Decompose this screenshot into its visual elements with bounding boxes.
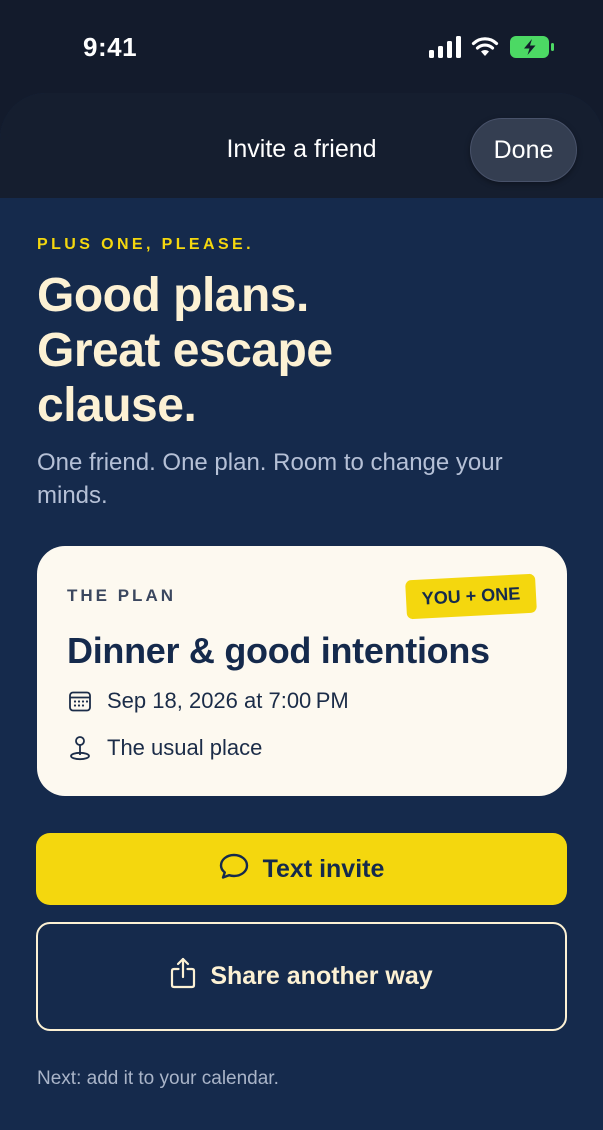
text-invite-label: Text invite xyxy=(262,854,385,883)
plan-date: Sep 18, 2026 at 7:00 PM xyxy=(107,688,349,713)
footer-hint: Next: add it to your calendar. xyxy=(37,1068,279,1089)
subtitle: One friend. One plan. Room to change you… xyxy=(37,449,503,509)
battery-charging-icon xyxy=(509,35,555,64)
share-another-way-button[interactable]: Share another way xyxy=(36,922,567,1031)
invite-sheet: Invite a friend Done PLUS ONE, PLEASE. G… xyxy=(0,93,603,1130)
plan-date-row: Sep 18, 2026 at 7:00 PM xyxy=(67,688,349,714)
status-icons xyxy=(429,35,555,64)
done-button[interactable]: Done xyxy=(470,118,577,182)
text-invite-button[interactable]: Text invite xyxy=(36,833,567,905)
plan-card-label: THE PLAN xyxy=(67,586,176,605)
headline-line-3: clause. xyxy=(37,379,197,432)
you-plus-one-badge: YOU + ONE xyxy=(405,573,537,620)
status-bar: 9:41 xyxy=(0,0,603,95)
headline: Good plans. Great escape clause. xyxy=(37,268,577,433)
sheet-header: Invite a friend Done xyxy=(0,93,603,198)
signal-icon xyxy=(429,35,461,63)
message-bubble-icon xyxy=(219,852,249,887)
share-another-way-label: Share another way xyxy=(210,962,433,990)
invite-screen: 9:41 Invite a friend Done PLUS ONE, PLEA… xyxy=(0,0,603,1130)
plan-place-row: The usual place xyxy=(67,735,262,761)
headline-line-1: Good plans. xyxy=(37,269,309,322)
plan-title: Dinner & good intentions xyxy=(67,630,490,671)
share-icon xyxy=(170,957,196,996)
headline-line-2: Great escape xyxy=(37,324,333,377)
eyebrow-text: PLUS ONE, PLEASE. xyxy=(37,236,254,253)
calendar-icon xyxy=(67,688,93,714)
location-pin-icon xyxy=(67,735,93,761)
plan-card: THE PLAN YOU + ONE Dinner & good intenti… xyxy=(37,546,567,796)
plan-place: The usual place xyxy=(107,735,263,760)
status-time: 9:41 xyxy=(83,32,138,62)
wifi-icon xyxy=(471,36,499,63)
